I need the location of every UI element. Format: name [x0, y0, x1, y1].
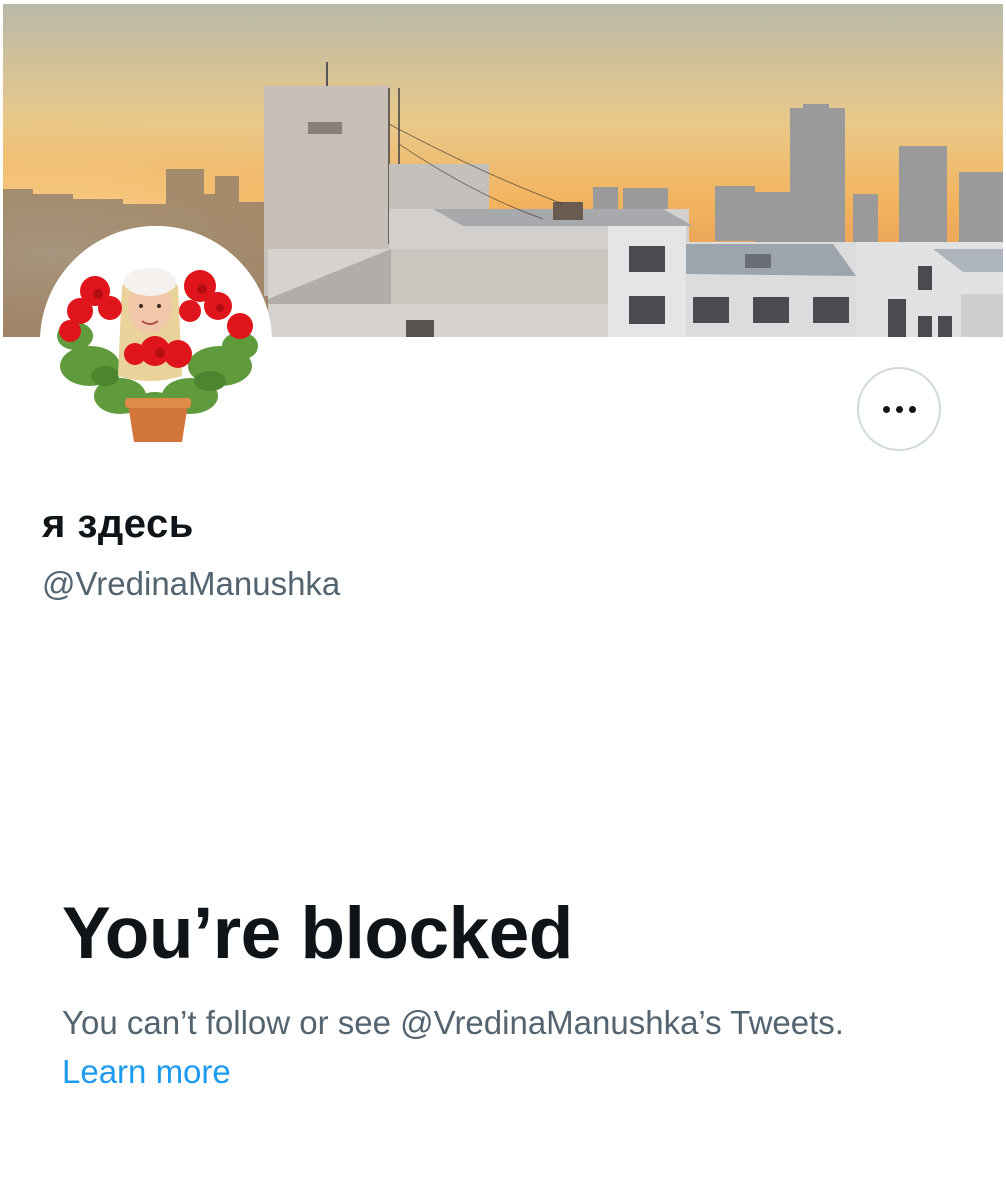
- dot: [908, 405, 916, 413]
- more-options-button[interactable]: [857, 367, 941, 451]
- profile-page: я здесь @VredinaManushka You’re blocked …: [0, 0, 1006, 1200]
- profile-avatar[interactable]: [40, 226, 272, 458]
- dot: [895, 405, 903, 413]
- dot: [882, 405, 890, 413]
- blocked-title: You’re blocked: [62, 893, 573, 974]
- profile-display-name: я здесь: [42, 502, 194, 546]
- more-dots-icon: [882, 405, 916, 413]
- blocked-description: You can’t follow or see @VredinaManushka…: [62, 1004, 844, 1041]
- profile-handle: @VredinaManushka: [42, 565, 341, 602]
- learn-more-link[interactable]: Learn more: [62, 1053, 231, 1091]
